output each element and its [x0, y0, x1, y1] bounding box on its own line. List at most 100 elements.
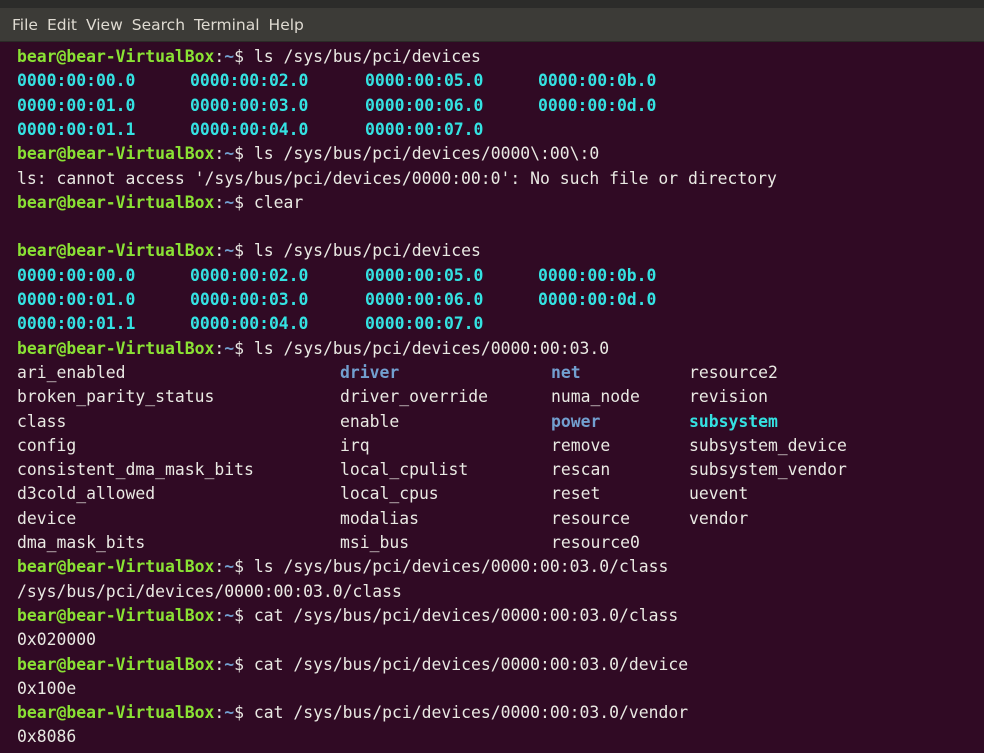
title-bar[interactable]: [0, 0, 984, 8]
terminal-line: class enable power subsystem: [17, 410, 977, 434]
ls-entry: revision: [689, 387, 768, 407]
terminal-line: 0000:00:00.0 0000:00:02.0 0000:00:05.0 0000…: [17, 69, 977, 93]
ls-entry: vendor: [689, 508, 749, 528]
terminal-line: config irq remove subsystem_device: [17, 434, 977, 458]
ls-entry: uevent: [689, 484, 749, 504]
menu-help[interactable]: Help: [269, 16, 304, 34]
ls-entry: rescan: [551, 460, 611, 480]
terminal-line: bear@bear-VirtualBox:~$ ls /sys/bus/pci/…: [17, 239, 481, 263]
ls-entry: driver_override: [340, 387, 489, 407]
prompt-user: bear@bear-VirtualBox: [17, 241, 215, 261]
output-text: 0x100e: [17, 678, 77, 698]
menu-terminal[interactable]: Terminal: [194, 16, 260, 34]
terminal-line: consistent_dma_mask_bits local_cpulist res…: [17, 458, 977, 482]
ls-entry: remove: [551, 435, 611, 455]
command-text: ls /sys/bus/pci/devices/0000:00:03.0: [253, 338, 610, 358]
ls-entry: 0000:00:00.0: [17, 265, 136, 285]
prompt-separator: :: [214, 703, 225, 723]
terminal-output[interactable]: bear@bear-VirtualBox:~$ ls /sys/bus/pci/…: [0, 43, 984, 753]
ls-entry: subsystem_vendor: [689, 460, 847, 480]
ls-entry: 0000:00:01.0: [17, 290, 136, 309]
output-text: 0x020000: [17, 630, 96, 650]
ls-entry: resource2: [689, 362, 778, 382]
ls-entry: enable: [340, 411, 400, 431]
terminal-line: 0000:00:01.1 0000:00:04.0 0000:00:07.0: [17, 312, 977, 336]
ls-entry: class: [17, 411, 67, 431]
ls-entry: 0000:00:0b.0: [538, 71, 657, 91]
ls-entry: device: [17, 508, 77, 528]
ls-entry: msi_bus: [340, 533, 410, 552]
terminal-line: bear@bear-VirtualBox:~$ cat /sys/bus/pci…: [17, 701, 688, 725]
prompt-symbol: $: [234, 703, 254, 723]
menu-view[interactable]: View: [86, 16, 123, 34]
ls-entry: 0000:00:0d.0: [538, 290, 657, 309]
ls-entry: local_cpus: [340, 484, 439, 504]
ls-entry: 0000:00:05.0: [365, 71, 484, 91]
prompt-path: ~: [224, 703, 235, 723]
ls-entry: 0000:00:0b.0: [538, 265, 657, 285]
terminal-line: bear@bear-VirtualBox:~$ cat /sys/bus/pci…: [17, 604, 678, 628]
ls-entry: 0000:00:04.0: [190, 119, 309, 139]
menu-search[interactable]: Search: [132, 16, 185, 34]
ls-entry: net: [551, 362, 581, 382]
ls-entry: power: [551, 411, 601, 431]
prompt-separator: :: [214, 605, 225, 625]
ls-entry: 0000:00:03.0: [190, 290, 309, 309]
prompt-separator: :: [214, 241, 225, 261]
terminal-line: broken_parity_status driver_override numa_…: [17, 385, 977, 409]
terminal-line: d3cold_allowed local_cpus reset uevent: [17, 482, 977, 506]
output-text: ls: cannot access '/sys/bus/pci/devices/…: [17, 168, 777, 188]
prompt-path: ~: [224, 47, 235, 66]
prompt-path: ~: [224, 557, 235, 577]
terminal-line: bear@bear-VirtualBox:~$ ls /sys/bus/pci/…: [17, 45, 481, 69]
menu-file[interactable]: File: [12, 16, 38, 34]
menu-edit[interactable]: Edit: [47, 16, 77, 34]
prompt-symbol: $: [234, 241, 254, 261]
ls-entry: 0000:00:00.0: [17, 71, 136, 91]
ls-entry: local_cpulist: [340, 460, 469, 480]
terminal-line: 0x100e: [17, 677, 76, 701]
command-text: cat /sys/bus/pci/devices/0000:00:03.0/ve…: [253, 703, 689, 723]
command-text: cat /sys/bus/pci/devices/0000:00:03.0/de…: [253, 654, 689, 674]
prompt-user: bear@bear-VirtualBox: [17, 144, 215, 164]
prompt-symbol: $: [234, 144, 254, 164]
ls-entry: 0000:00:03.0: [190, 95, 309, 115]
prompt-user: bear@bear-VirtualBox: [17, 47, 215, 66]
ls-entry: 0000:00:0d.0: [538, 95, 657, 115]
command-text: ls /sys/bus/pci/devices: [253, 47, 481, 66]
ls-entry: ari_enabled: [17, 362, 126, 382]
prompt-user: bear@bear-VirtualBox: [17, 557, 215, 577]
terminal-line: device modalias resource vendor: [17, 507, 977, 531]
prompt-separator: :: [214, 654, 225, 674]
prompt-separator: :: [214, 144, 225, 164]
prompt-separator: :: [214, 47, 225, 66]
ls-entry: consistent_dma_mask_bits: [17, 460, 254, 480]
prompt-symbol: $: [234, 47, 254, 66]
prompt-path: ~: [224, 241, 235, 261]
terminal-line: 0000:00:01.0 0000:00:03.0 0000:00:06.0 0000…: [17, 94, 977, 118]
command-text: ls /sys/bus/pci/devices: [253, 241, 481, 261]
prompt-separator: :: [214, 557, 225, 577]
prompt-path: ~: [224, 192, 235, 212]
prompt-user: bear@bear-VirtualBox: [17, 605, 215, 625]
terminal-line: 0x020000: [17, 628, 96, 652]
terminal-line: bear@bear-VirtualBox:~$ ls /sys/bus/pci/…: [17, 142, 599, 166]
terminal-line: 0000:00:00.0 0000:00:02.0 0000:00:05.0 0000…: [17, 264, 977, 288]
ls-entry: broken_parity_status: [17, 387, 215, 407]
ls-entry: config: [17, 435, 77, 455]
ls-entry: 0000:00:02.0: [190, 71, 309, 91]
ls-entry: irq: [340, 435, 370, 455]
terminal-line: 0000:00:01.0 0000:00:03.0 0000:00:06.0 0000…: [17, 288, 977, 312]
ls-entry: driver: [340, 362, 400, 382]
ls-entry: subsystem_device: [689, 435, 847, 455]
ls-entry: subsystem: [689, 411, 778, 431]
ls-entry: reset: [551, 484, 601, 504]
prompt-user: bear@bear-VirtualBox: [17, 338, 215, 358]
prompt-path: ~: [224, 338, 235, 358]
command-text: cat /sys/bus/pci/devices/0000:00:03.0/cl…: [253, 605, 679, 625]
terminal-window: File Edit View Search Terminal Help bear…: [0, 0, 984, 753]
ls-entry: 0000:00:06.0: [365, 95, 484, 115]
menu-bar: File Edit View Search Terminal Help: [0, 8, 984, 42]
ls-entry: 0000:00:06.0: [365, 290, 484, 309]
ls-entry: numa_node: [551, 387, 640, 407]
